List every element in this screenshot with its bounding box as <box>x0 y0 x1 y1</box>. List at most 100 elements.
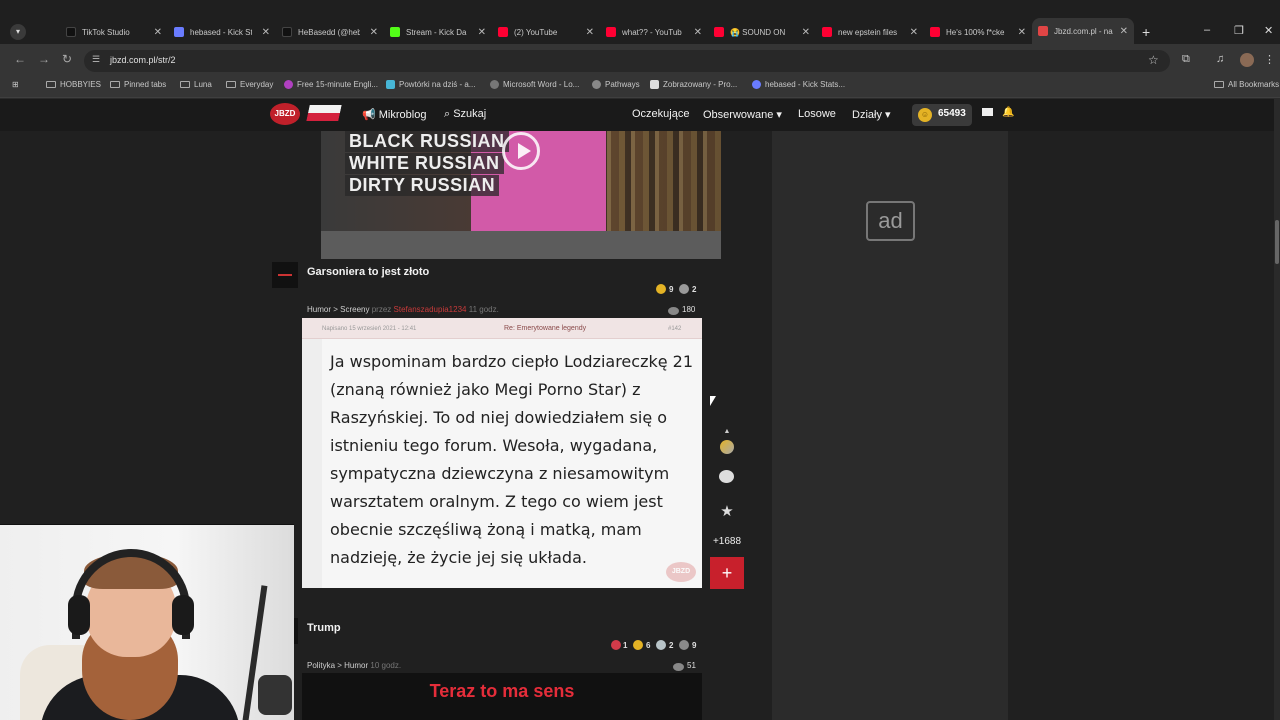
gold-medal-count: 6 <box>646 641 651 650</box>
video-thumbnail[interactable]: BLACK RUSSIAN WHITE RUSSIAN DIRTY RUSSIA… <box>321 131 721 259</box>
silver-medal-count: 2 <box>669 641 674 650</box>
omnibox[interactable] <box>84 50 1170 72</box>
video-title-line-1: BLACK RUSSIAN <box>345 131 509 152</box>
nav-mikroblog[interactable]: 📢 Mikroblog <box>362 108 426 121</box>
kick-stats-favicon-icon <box>174 27 184 37</box>
play-icon[interactable] <box>502 132 540 170</box>
subcategory-link[interactable]: Humor <box>344 661 368 670</box>
bell-icon[interactable]: 🔔 <box>1002 107 1014 118</box>
close-tab-icon[interactable]: ✕ <box>910 27 918 38</box>
tab-youtube-sound-on[interactable]: 😭 SOUND ON ✕ <box>708 22 816 42</box>
comments-icon[interactable] <box>673 663 684 671</box>
post-image[interactable]: Napisano 15 wrzesień 2021 - 12:41 Re: Em… <box>302 318 702 588</box>
tiktok-favicon-icon <box>66 27 76 37</box>
bookmark-zobrazowany[interactable]: Zobrazowany - Pro... <box>650 80 737 89</box>
all-bookmarks[interactable]: All Bookmarks <box>1214 80 1279 89</box>
bookmark-folder-everyday[interactable]: Everyday <box>226 80 273 89</box>
close-window-icon[interactable]: ✕ <box>1264 24 1273 37</box>
close-tab-icon[interactable]: ✕ <box>154 27 162 38</box>
jbzd-favicon-icon <box>1038 26 1048 36</box>
tiktok-favicon-icon <box>282 27 292 37</box>
forward-icon[interactable]: → <box>38 52 50 66</box>
site-info-icon[interactable]: ☰ <box>92 54 100 65</box>
comment-button[interactable] <box>719 470 734 483</box>
close-tab-icon[interactable]: ✕ <box>262 27 270 38</box>
nav-dzialy[interactable]: Działy ▾ <box>852 108 891 121</box>
post-meta: Humor > Screeny przez Stefanszadupia1234… <box>307 305 499 314</box>
category-link[interactable]: Polityka <box>307 661 335 670</box>
nav-search[interactable]: ⌕ Szukaj <box>444 108 486 121</box>
post-title[interactable]: Trump <box>307 622 341 634</box>
bar-counter-image <box>321 231 721 259</box>
close-tab-icon[interactable]: ✕ <box>586 27 594 38</box>
caret-up-icon[interactable]: ▲ <box>718 428 736 435</box>
tab-tiktok-profile[interactable]: HeBasedd (@heb ✕ <box>276 22 384 42</box>
bookmark-favicon-icon <box>752 80 761 89</box>
coin-icon: ☺ <box>918 108 932 122</box>
bookmark-folder-hobbyies[interactable]: HOBBYIES <box>46 80 101 89</box>
reload-icon[interactable]: ↻ <box>62 52 72 66</box>
forum-left-bar <box>302 339 322 588</box>
profile-avatar[interactable] <box>1240 53 1254 67</box>
tab-kick-stats[interactable]: hebased - Kick St ✕ <box>168 22 276 42</box>
subcategory-link[interactable]: Screeny <box>340 305 369 314</box>
post-image[interactable]: Teraz to ma sens <box>302 673 702 720</box>
post-meta: Polityka > Humor 10 godz. <box>307 661 402 670</box>
bookmark-powtorki[interactable]: Powtórki na dziś - a... <box>386 80 475 89</box>
nav-losowe[interactable]: Losowe <box>798 108 836 120</box>
minimize-icon[interactable]: – <box>1204 24 1210 36</box>
close-tab-icon[interactable]: ✕ <box>370 27 378 38</box>
author-link[interactable]: Stefanszadupia1234 <box>394 305 467 314</box>
tab-youtube-epstein[interactable]: new epstein files ✕ <box>816 22 924 42</box>
category-link[interactable]: Humor <box>307 305 331 314</box>
bookmark-word-doc[interactable]: Microsoft Word - Lo... <box>490 80 579 89</box>
new-tab-icon[interactable]: + <box>1142 24 1150 40</box>
tab-search-icon[interactable]: ▾ <box>10 24 26 40</box>
comments-icon[interactable] <box>668 307 679 315</box>
back-icon[interactable]: ← <box>14 52 26 66</box>
url-text[interactable]: jbzd.com.pl/str/2 <box>110 55 176 65</box>
favorite-star-icon[interactable]: ★ <box>718 502 736 520</box>
menu-kebab-icon[interactable]: ⋮ <box>1264 53 1275 66</box>
post-age: 10 godz. <box>370 661 402 670</box>
give-medal-button[interactable] <box>720 440 734 454</box>
tab-youtube[interactable]: (2) YouTube ✕ <box>492 22 600 42</box>
restore-icon[interactable]: ❐ <box>1234 24 1244 37</box>
mail-icon[interactable] <box>982 108 993 116</box>
bookmark-folder-luna[interactable]: Luna <box>180 80 212 89</box>
tab-jbzd-active[interactable]: Jbzd.com.pl - na ✕ <box>1032 18 1134 44</box>
comment-count[interactable]: 180 <box>682 305 695 314</box>
tab-tiktok-studio[interactable]: TikTok Studio ✕ <box>60 22 168 42</box>
extensions-icon[interactable]: ⧉ <box>1182 53 1190 66</box>
site-logo[interactable]: JBZD <box>270 103 300 125</box>
youtube-favicon-icon <box>930 27 940 37</box>
scrollbar-thumb[interactable] <box>1275 220 1279 264</box>
comment-count[interactable]: 51 <box>687 661 696 670</box>
close-tab-icon[interactable]: ✕ <box>1120 26 1128 37</box>
close-tab-icon[interactable]: ✕ <box>478 27 486 38</box>
nav-oczekujace[interactable]: Oczekujące <box>632 108 689 120</box>
bookmark-kick-stats[interactable]: hebased - Kick Stats... <box>752 80 845 89</box>
gray-medal-count: 9 <box>692 641 697 650</box>
tab-youtube-what[interactable]: what?? - YouTub ✕ <box>600 22 708 42</box>
tab-youtube-100[interactable]: He's 100% f*cke ✕ <box>924 22 1032 42</box>
post-title[interactable]: Garsoniera to jest złoto <box>307 266 429 278</box>
bookmark-folder-pinned[interactable]: Pinned tabs <box>110 80 166 89</box>
bookmark-favicon-icon <box>386 80 395 89</box>
ad-placeholder[interactable]: ad <box>866 201 915 241</box>
bookmark-star-icon[interactable]: ☆ <box>1148 53 1159 67</box>
red-medal-count: 1 <box>623 641 628 650</box>
apps-grid-icon[interactable]: ⊞ <box>12 80 19 89</box>
media-controls-icon[interactable]: ♫ <box>1216 53 1224 65</box>
upvote-plus-button[interactable]: + <box>710 557 744 589</box>
site-header: JBZD 📢 Mikroblog ⌕ Szukaj Oczekujące Obs… <box>0 99 1280 131</box>
post-avatar[interactable] <box>272 262 298 288</box>
page-scrollbar[interactable] <box>1274 99 1280 720</box>
bookmark-free-english[interactable]: Free 15-minute Engli... <box>284 80 378 89</box>
close-tab-icon[interactable]: ✕ <box>694 27 702 38</box>
nav-obserwowane[interactable]: Obserwowane ▾ <box>703 108 782 121</box>
bookmark-pathways[interactable]: Pathways <box>592 80 640 89</box>
close-tab-icon[interactable]: ✕ <box>802 27 810 38</box>
close-tab-icon[interactable]: ✕ <box>1018 27 1026 38</box>
tab-kick-dashboard[interactable]: Stream - Kick Da ✕ <box>384 22 492 42</box>
